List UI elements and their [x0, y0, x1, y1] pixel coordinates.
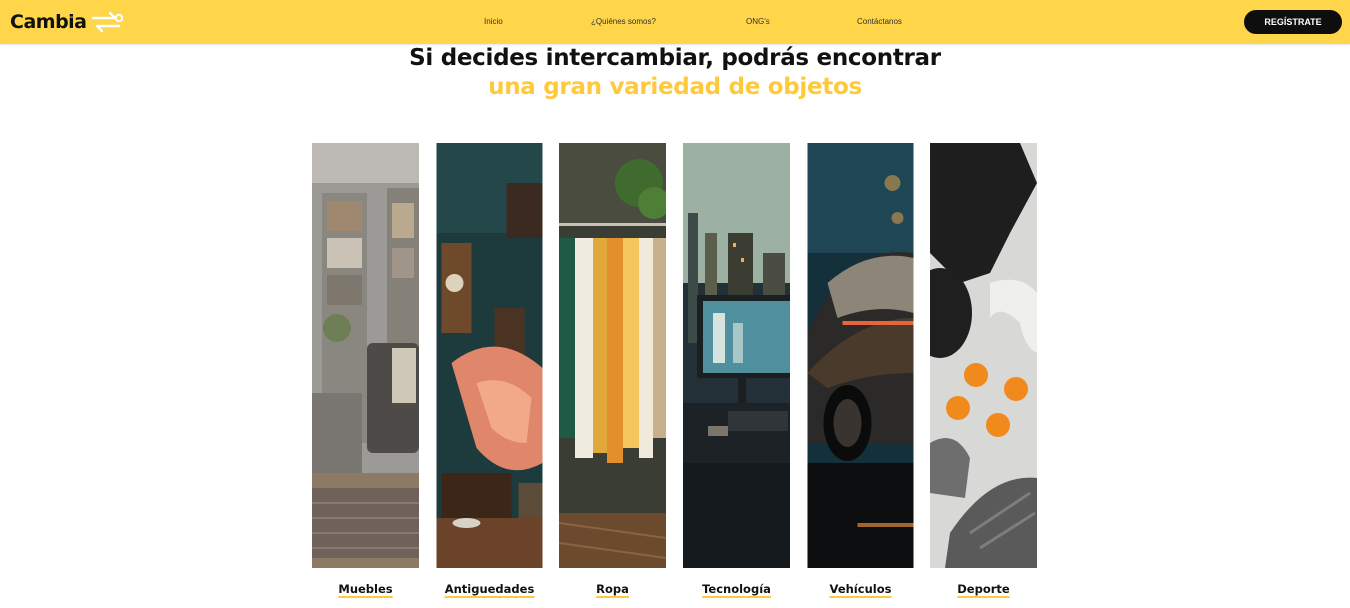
- category-image-tecnologia[interactable]: [683, 143, 790, 568]
- category-label-antiguedades[interactable]: Antiguedades: [436, 582, 543, 596]
- category-label-tecnologia[interactable]: Tecnología: [683, 582, 790, 596]
- gramophone-antiques-photo: [436, 143, 543, 568]
- clothes-rack-photo: [559, 143, 666, 568]
- category-label-deporte[interactable]: Deporte: [930, 582, 1037, 596]
- brand-name: Cambia: [10, 11, 87, 33]
- exchange-arrows-icon: [91, 11, 123, 33]
- category-image-ropa[interactable]: [559, 143, 666, 568]
- category-image-vehiculos[interactable]: [807, 143, 914, 568]
- nav-link-ongs[interactable]: ONG's: [746, 17, 770, 26]
- register-button[interactable]: REGÍSTRATE: [1244, 10, 1342, 34]
- nav-link-quienes-somos[interactable]: ¿Quiénes somos?: [591, 17, 656, 26]
- category-image-antiguedades[interactable]: [436, 143, 543, 568]
- computer-desk-photo: [683, 143, 790, 568]
- category-image-deporte[interactable]: [930, 143, 1037, 568]
- hero-title-line-1: Si decides intercambiar, podrás encontra…: [409, 45, 941, 71]
- top-navbar: Cambia Inicio ¿Quiénes somos? ONG's Cont…: [0, 0, 1350, 44]
- sports-car-photo: [807, 143, 914, 568]
- category-label-muebles[interactable]: Muebles: [312, 582, 419, 596]
- category-label-vehiculos[interactable]: Vehículos: [807, 582, 914, 596]
- hero-title-line-2: una gran variedad de objetos: [488, 74, 862, 100]
- brand-logo[interactable]: Cambia: [10, 9, 123, 35]
- nav-link-inicio[interactable]: Inicio: [484, 17, 503, 26]
- sports-gear-photo: [930, 143, 1037, 568]
- living-room-furniture-photo: [312, 143, 419, 568]
- category-image-muebles[interactable]: [312, 143, 419, 568]
- nav-link-contactanos[interactable]: Contáctanos: [857, 17, 902, 26]
- category-label-ropa[interactable]: Ropa: [559, 582, 666, 596]
